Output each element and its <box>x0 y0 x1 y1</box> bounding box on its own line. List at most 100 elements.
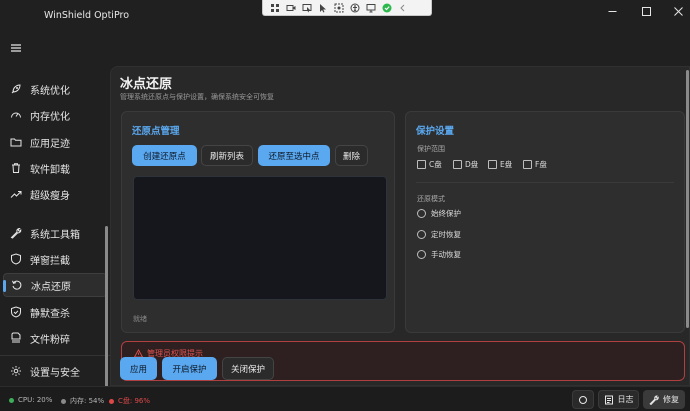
gauge-icon <box>9 108 23 122</box>
gear-icon <box>9 364 23 378</box>
drive-f-checkbox[interactable]: F盘 <box>523 159 547 170</box>
page-title: 冰点还原 <box>120 77 173 92</box>
range-label: 保护范围 <box>417 145 445 153</box>
card-title: 还原点管理 <box>132 126 180 137</box>
c-drive-status: C盘: 96% <box>109 396 150 406</box>
checkbox-label: E盘 <box>500 160 513 169</box>
refresh-list-button[interactable]: 刷新列表 <box>201 145 253 166</box>
checkbox-box <box>488 160 497 169</box>
status-text: 就绪 <box>133 315 147 323</box>
capture-toolbar <box>262 0 432 16</box>
memory-text: 内存: 54% <box>70 397 105 405</box>
radio-label: 定时恢复 <box>431 230 461 239</box>
checkbox-box <box>417 160 426 169</box>
mode-scheduled-radio[interactable]: 定时恢复 <box>417 229 461 240</box>
restore-selected-button[interactable]: 还原至选中点 <box>258 145 330 166</box>
page-subtitle: 管理系统还原点与保护设置，确保系统安全可恢复 <box>120 93 274 101</box>
log-button[interactable]: 日志 <box>598 390 639 409</box>
c-drive-text: C盘: 96% <box>118 397 151 405</box>
shield-icon <box>9 252 23 266</box>
sidebar-item-toolbox[interactable]: 系统工具箱 <box>3 221 107 245</box>
sidebar-item-uninstall[interactable]: 软件卸载 <box>3 156 107 180</box>
maximize-button[interactable] <box>634 3 658 19</box>
check-circle-icon[interactable] <box>382 3 392 12</box>
sidebar-scrollbar[interactable] <box>105 226 108 411</box>
screen-share-icon[interactable] <box>366 3 376 12</box>
sidebar-divider <box>0 355 110 356</box>
circle-icon <box>579 395 587 404</box>
wrench-icon <box>9 226 23 240</box>
theme-toggle-button[interactable] <box>572 390 594 409</box>
cursor-icon[interactable] <box>318 3 328 12</box>
app-title: WinShield OptiPro <box>44 10 130 21</box>
radio-label: 始终保护 <box>431 209 461 218</box>
drive-e-checkbox[interactable]: E盘 <box>488 159 512 170</box>
sidebar-item-label: 系统优化 <box>30 85 70 97</box>
sidebar-item-freeze-restore[interactable]: 冰点还原 <box>3 273 107 297</box>
close-button[interactable] <box>666 3 690 19</box>
delete-button[interactable]: 删除 <box>335 145 368 166</box>
sidebar-item-label: 设置与安全 <box>30 367 80 379</box>
sidebar-item-slim[interactable]: 超级瘦身 <box>3 182 107 206</box>
sidebar-item-settings[interactable]: 设置与安全 <box>3 359 107 383</box>
sidebar-item-popup-block[interactable]: 弹窗拦截 <box>3 247 107 271</box>
log-label: 日志 <box>617 395 634 404</box>
minimize-button[interactable] <box>600 3 624 19</box>
sidebar-item-label: 弹窗拦截 <box>30 255 70 267</box>
folder-icon <box>9 135 23 149</box>
radio-circle <box>417 250 426 259</box>
sidebar-item-file-shred[interactable]: 文件粉碎 <box>3 326 107 350</box>
sidebar-item-memory-optimize[interactable]: 内存优化 <box>3 103 107 127</box>
trash-icon <box>9 161 23 175</box>
restore-point-list[interactable] <box>133 176 387 300</box>
shield-check-icon <box>9 305 23 319</box>
title-bar: WinShield OptiPro <box>0 0 690 33</box>
status-bar: CPU: 20% 内存: 54% C盘: 96% 日志 修复 <box>0 386 690 411</box>
shredder-icon <box>9 331 23 345</box>
enable-protection-button[interactable]: 开启保护 <box>162 357 217 380</box>
sidebar-item-app-footprint[interactable]: 应用足迹 <box>3 130 107 154</box>
mode-manual-radio[interactable]: 手动恢复 <box>417 249 461 260</box>
restore-icon <box>10 278 24 292</box>
repair-button[interactable]: 修复 <box>643 390 685 409</box>
card-title: 保护设置 <box>416 126 455 137</box>
menu-toggle-button[interactable] <box>9 39 23 52</box>
radio-label: 手动恢复 <box>431 250 461 259</box>
sidebar-item-label: 冰点还原 <box>31 281 71 293</box>
radio-circle <box>417 209 426 218</box>
cpu-status: CPU: 20% <box>9 396 52 404</box>
sidebar-item-system-optimize[interactable]: 系统优化 <box>3 77 107 101</box>
memory-status-dot <box>61 398 66 404</box>
protection-settings-card: 保护设置 保护范围 C盘 D盘 E盘 F盘 还原模式 始终保护 定时恢复 手动恢… <box>405 111 685 333</box>
hamburger-icon <box>11 44 21 52</box>
repair-label: 修复 <box>663 395 679 404</box>
restore-point-card: 还原点管理 创建还原点 刷新列表 还原至选中点 删除 就绪 <box>121 111 395 333</box>
sidebar-item-label: 超级瘦身 <box>30 190 70 202</box>
drive-d-checkbox[interactable]: D盘 <box>453 159 478 170</box>
main-scrollbar[interactable] <box>686 70 689 328</box>
grid-icon[interactable] <box>270 3 280 12</box>
focus-icon[interactable] <box>334 3 344 12</box>
disable-protection-button[interactable]: 关闭保护 <box>222 357 274 380</box>
accessibility-icon[interactable] <box>350 3 360 12</box>
mode-always-radio[interactable]: 始终保护 <box>417 208 461 219</box>
cpu-text: CPU: 20% <box>18 396 53 404</box>
chevron-left-icon[interactable] <box>398 3 408 12</box>
create-restore-point-button[interactable]: 创建还原点 <box>132 145 197 166</box>
sidebar-item-label: 系统工具箱 <box>30 229 80 241</box>
checkbox-label: D盘 <box>465 160 479 169</box>
radio-circle <box>417 230 426 239</box>
camera-icon[interactable] <box>286 3 296 12</box>
select-window-icon[interactable] <box>302 3 312 12</box>
checkbox-label: C盘 <box>429 160 442 169</box>
drive-c-checkbox[interactable]: C盘 <box>417 159 442 170</box>
checkbox-box <box>453 160 462 169</box>
apply-button[interactable]: 应用 <box>120 357 157 380</box>
sidebar-item-label: 软件卸载 <box>30 164 70 176</box>
log-icon <box>604 395 613 404</box>
main-panel: 冰点还原 管理系统还原点与保护设置，确保系统安全可恢复 还原点管理 创建还原点 … <box>110 66 690 386</box>
sidebar-item-label: 应用足迹 <box>30 138 70 150</box>
trend-up-icon <box>9 187 23 201</box>
sidebar-item-silent-scan[interactable]: 静默查杀 <box>3 300 107 324</box>
c-drive-status-dot <box>109 398 114 404</box>
